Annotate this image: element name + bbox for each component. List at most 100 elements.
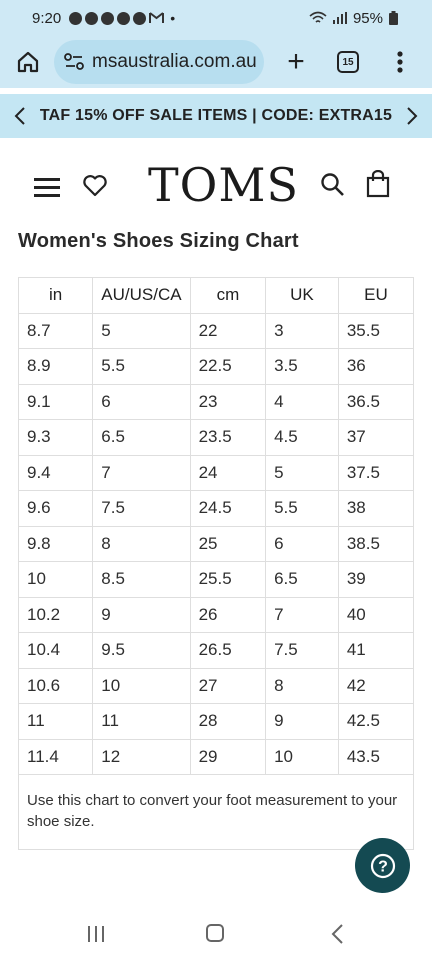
- cell-au-us-ca: 9: [92, 596, 191, 633]
- promo-banner: TAF 15% OFF SALE ITEMS | CODE: EXTRA15: [0, 94, 432, 138]
- heart-icon: [83, 175, 107, 197]
- cell-au-us-ca: 7.5: [92, 490, 191, 527]
- table-row: 9.6 7.5 24.5 5.5 38: [17, 490, 415, 527]
- table-row: 9.3 6.5 23.5 4.5 37: [17, 419, 415, 456]
- cell-au-us-ca: 8: [92, 525, 191, 562]
- table-row: 9.8 8 25 6 38.5: [17, 525, 415, 562]
- site-header: TOMS: [0, 148, 432, 220]
- new-tab-button[interactable]: +: [268, 36, 324, 88]
- header-in: in: [17, 277, 94, 314]
- shopping-bag-icon: [366, 169, 390, 198]
- cell-in: 8.7: [17, 312, 94, 349]
- battery-icon: [389, 11, 398, 25]
- cell-in: 9.8: [17, 525, 94, 562]
- more-vert-icon: [397, 51, 403, 73]
- wishlist-button[interactable]: [82, 174, 108, 203]
- battery-percent: 95%: [352, 9, 383, 27]
- cell-uk: 7.5: [265, 632, 339, 669]
- browser-toolbar: msaustralia.com.au + 15: [0, 36, 432, 88]
- tab-switcher-button[interactable]: 15: [324, 36, 372, 88]
- header-au-us-ca: AU/US/CA: [92, 277, 191, 314]
- recent-apps-icon[interactable]: [87, 925, 105, 943]
- cell-cm: 25: [189, 525, 267, 562]
- menu-icon[interactable]: [34, 178, 60, 198]
- cell-uk: 3.5: [265, 348, 339, 385]
- cell-uk: 10: [265, 738, 339, 775]
- status-right: 95%: [309, 10, 398, 27]
- status-time: 9:20: [32, 9, 62, 27]
- cell-eu: 36.5: [337, 383, 415, 420]
- cell-eu: 39: [337, 561, 415, 598]
- more-notifications-icon: •: [170, 10, 176, 26]
- cell-in: 10.6: [17, 667, 94, 704]
- table-row: 8.9 5.5 22.5 3.5 36: [17, 348, 415, 385]
- cell-cm: 22.5: [189, 348, 267, 385]
- cell-uk: 4: [265, 383, 339, 420]
- cell-in: 9.1: [17, 383, 94, 420]
- cell-cm: 23.5: [189, 419, 267, 456]
- cell-in: 10: [17, 561, 94, 598]
- toms-logo[interactable]: TOMS: [148, 158, 299, 212]
- status-bar: 9:20 • 95%: [0, 0, 432, 36]
- cell-cm: 26.5: [189, 632, 267, 669]
- signal-icon: [332, 12, 347, 24]
- cell-in: 9.6: [17, 490, 94, 527]
- cell-in: 8.9: [17, 348, 94, 385]
- table-row: 10.6 10 27 8 42: [17, 667, 415, 704]
- facebook-icon: [117, 11, 131, 25]
- home-button[interactable]: [2, 36, 54, 88]
- cell-cm: 29: [189, 738, 267, 775]
- address-bar[interactable]: msaustralia.com.au: [54, 40, 264, 84]
- table-row: 11 11 28 9 42.5: [17, 703, 415, 740]
- cell-cm: 27: [189, 667, 267, 704]
- promo-text[interactable]: TAF 15% OFF SALE ITEMS | CODE: EXTRA15: [40, 107, 392, 125]
- cell-au-us-ca: 9.5: [92, 632, 191, 669]
- promo-prev-icon[interactable]: [14, 106, 26, 126]
- cell-eu: 42.5: [337, 703, 415, 740]
- facebook-icon: [85, 11, 99, 25]
- cell-uk: 4.5: [265, 419, 339, 456]
- cell-eu: 38: [337, 490, 415, 527]
- gmail-icon: [149, 12, 165, 23]
- home-icon: [17, 51, 39, 73]
- cell-au-us-ca: 8.5: [92, 561, 191, 598]
- chart-note: Use this chart to convert your foot meas…: [18, 774, 414, 850]
- cell-cm: 22: [189, 312, 267, 349]
- cell-au-us-ca: 5.5: [92, 348, 191, 385]
- cell-au-us-ca: 12: [92, 738, 191, 775]
- cell-eu: 42: [337, 667, 415, 704]
- sizing-table: in AU/US/CA cm UK EU 8.7 5 22 3 35.5 8.9 5.5 22…: [17, 277, 415, 775]
- cell-uk: 3: [265, 312, 339, 349]
- cell-au-us-ca: 6: [92, 383, 191, 420]
- search-button[interactable]: [320, 172, 346, 203]
- cell-in: 10.2: [17, 596, 94, 633]
- header-uk: UK: [265, 277, 339, 314]
- cell-uk: 5.5: [265, 490, 339, 527]
- cell-cm: 28: [189, 703, 267, 740]
- cell-eu: 38.5: [337, 525, 415, 562]
- cart-button[interactable]: [366, 169, 390, 203]
- back-icon[interactable]: [330, 923, 344, 945]
- cell-uk: 5: [265, 454, 339, 491]
- table-row: 10.4 9.5 26.5 7.5 41: [17, 632, 415, 669]
- table-body: 8.7 5 22 3 35.5 8.9 5.5 22.5 3.5 36 9.1 6 23 4 36.5 9.3…: [17, 312, 415, 775]
- cell-cm: 24.5: [189, 490, 267, 527]
- cell-eu: 43.5: [337, 738, 415, 775]
- cell-au-us-ca: 10: [92, 667, 191, 704]
- cell-cm: 25.5: [189, 561, 267, 598]
- tab-count: 15: [337, 51, 359, 73]
- help-button[interactable]: ?: [355, 838, 410, 893]
- wifi-icon: [309, 11, 327, 23]
- browser-menu-button[interactable]: [380, 36, 420, 88]
- notification-icons: •: [69, 10, 175, 26]
- promo-next-icon[interactable]: [406, 106, 418, 126]
- cell-eu: 40: [337, 596, 415, 633]
- table-row: 10 8.5 25.5 6.5 39: [17, 561, 415, 598]
- cell-in: 9.3: [17, 419, 94, 456]
- cell-eu: 35.5: [337, 312, 415, 349]
- url-text: msaustralia.com.au: [92, 51, 257, 72]
- messenger-icon: [133, 11, 147, 25]
- cell-cm: 24: [189, 454, 267, 491]
- cell-au-us-ca: 5: [92, 312, 191, 349]
- home-nav-icon[interactable]: [206, 924, 224, 942]
